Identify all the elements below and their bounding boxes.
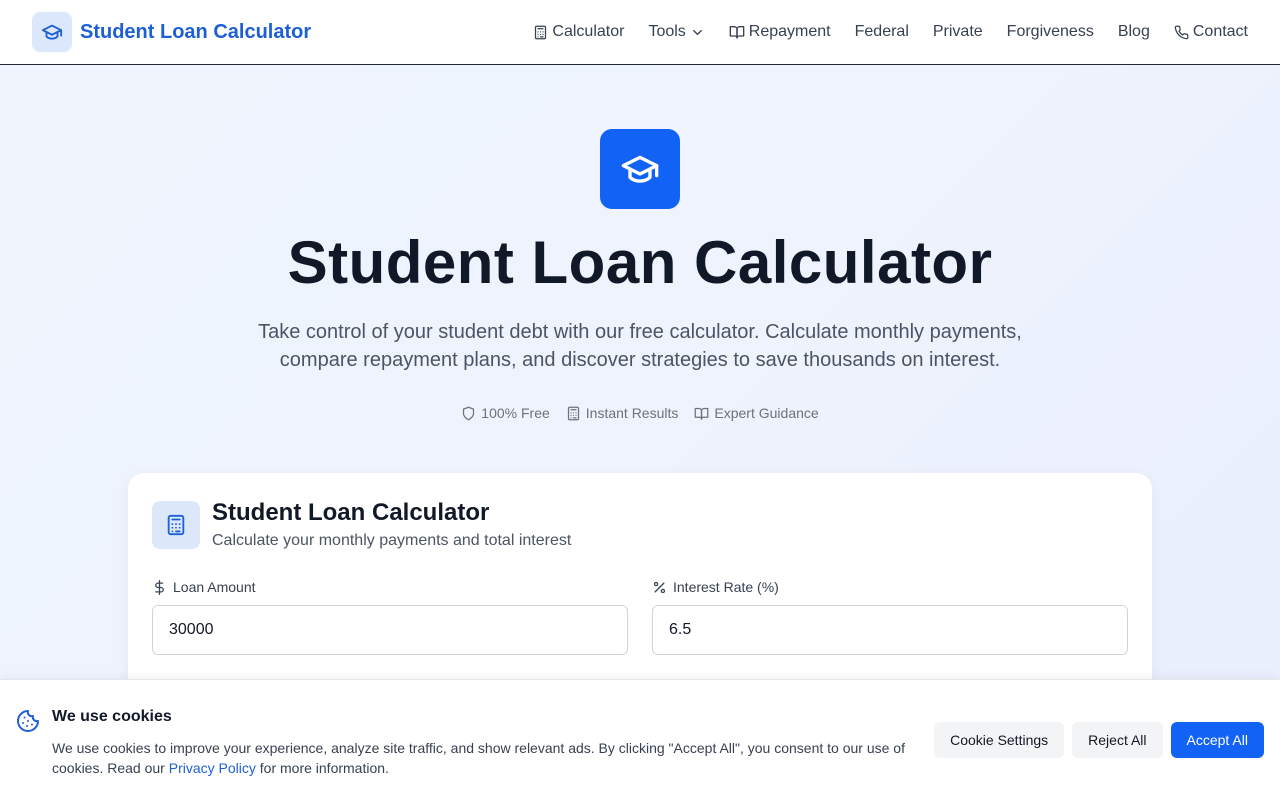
nav-label: Blog [1117, 23, 1150, 40]
badge-label: Instant Results [585, 405, 679, 421]
badge-instant: Instant Results [566, 405, 679, 421]
nav-label: Repayment [748, 23, 831, 40]
nav-label: Tools [648, 23, 686, 40]
loan-amount-label: Loan Amount [152, 579, 256, 595]
accept-all-button[interactable]: Accept All [1170, 722, 1264, 758]
cookie-banner: We use cookies We use cookies to improve… [0, 679, 1280, 800]
field-label-text: Interest Rate (%) [673, 579, 779, 595]
brand-logo[interactable]: Student Loan Calculator [32, 12, 311, 52]
loan-amount-input[interactable] [152, 605, 628, 655]
nav-label: Private [932, 23, 983, 40]
cookie-settings-button[interactable]: Cookie Settings [934, 722, 1065, 758]
badge-label: Expert Guidance [714, 405, 819, 421]
cookie-text-after: for more information. [255, 760, 389, 776]
nav-item-private[interactable]: Private [933, 23, 983, 41]
calculator-icon [152, 501, 200, 549]
phone-icon [1174, 25, 1189, 39]
calculator-icon [535, 25, 547, 39]
chevron-down-icon [692, 29, 702, 35]
nav-item-tools[interactable]: Tools [648, 23, 704, 41]
nav-label: Forgiveness [1006, 23, 1094, 40]
cookie-title: We use cookies [52, 708, 172, 725]
percent-icon [653, 581, 666, 593]
main-nav: Calculator Tools Repayment Federal Priva… [533, 23, 1248, 41]
nav-item-contact[interactable]: Contact [1174, 23, 1248, 41]
nav-label: Contact [1192, 23, 1248, 40]
interest-rate-input[interactable] [652, 605, 1128, 655]
nav-label: Calculator [552, 23, 625, 40]
nav-item-federal[interactable]: Federal [855, 23, 909, 41]
cookie-actions: Cookie Settings Reject All Accept All [934, 722, 1264, 758]
nav-item-calculator[interactable]: Calculator [533, 23, 624, 41]
nav-item-repayment[interactable]: Repayment [729, 23, 831, 41]
site-header: Student Loan Calculator Calculator Tools… [0, 0, 1280, 65]
privacy-policy-link[interactable]: Privacy Policy [169, 760, 256, 776]
graduation-cap-icon [32, 12, 72, 52]
cookie-icon [17, 710, 39, 732]
badge-guidance: Expert Guidance [694, 405, 819, 421]
page-title: Student Loan Calculator [287, 229, 993, 296]
nav-item-forgiveness[interactable]: Forgiveness [1007, 23, 1094, 41]
field-label-text: Loan Amount [173, 579, 256, 595]
book-open-icon [695, 407, 709, 420]
shield-icon [463, 406, 475, 420]
nav-label: Federal [854, 23, 909, 40]
brand-name: Student Loan Calculator [80, 20, 312, 43]
feature-badges: 100% Free Instant Results Expert Guidanc… [0, 405, 1280, 421]
badge-label: 100% Free [481, 405, 550, 421]
badge-free: 100% Free [461, 405, 550, 421]
calculator-title: Student Loan Calculator [212, 499, 490, 526]
book-open-icon [729, 26, 745, 39]
nav-item-blog[interactable]: Blog [1118, 23, 1150, 41]
reject-all-button[interactable]: Reject All [1072, 722, 1163, 758]
dollar-icon [155, 579, 164, 595]
calculator-icon [567, 406, 579, 420]
interest-rate-label: Interest Rate (%) [652, 579, 779, 595]
cookie-text: We use cookies to improve your experienc… [52, 738, 922, 778]
graduation-cap-icon [600, 129, 680, 209]
calculator-subtitle: Calculate your monthly payments and tota… [212, 532, 572, 549]
hero-subtitle: Take control of your student debt with o… [258, 321, 1022, 371]
